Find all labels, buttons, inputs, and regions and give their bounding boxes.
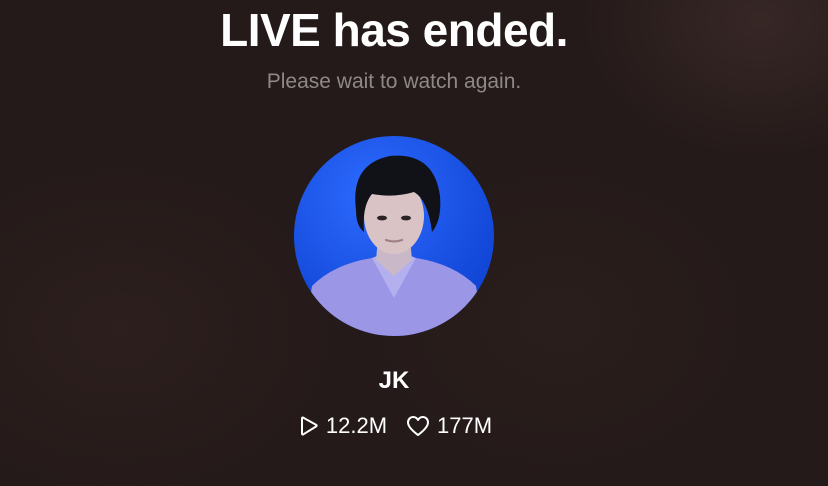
heart-outline-icon	[407, 416, 430, 436]
broadcaster-name: JK	[378, 367, 410, 394]
broadcaster-avatar[interactable]	[294, 136, 494, 336]
play-outline-icon	[300, 416, 318, 436]
plays-stat: 12.2M	[296, 412, 387, 440]
likes-count: 177M	[437, 413, 493, 438]
live-ended-subtitle: Please wait to watch again.	[266, 70, 522, 93]
likes-stat: 177M	[405, 412, 492, 440]
live-stats: 12.2M 177M	[0, 412, 788, 440]
plays-count: 12.2M	[325, 413, 388, 438]
live-ended-screen: LIVE has ended. Please wait to watch aga…	[0, 0, 828, 486]
live-ended-title: LIVE has ended.	[220, 4, 568, 56]
avatar-portrait	[304, 155, 484, 336]
